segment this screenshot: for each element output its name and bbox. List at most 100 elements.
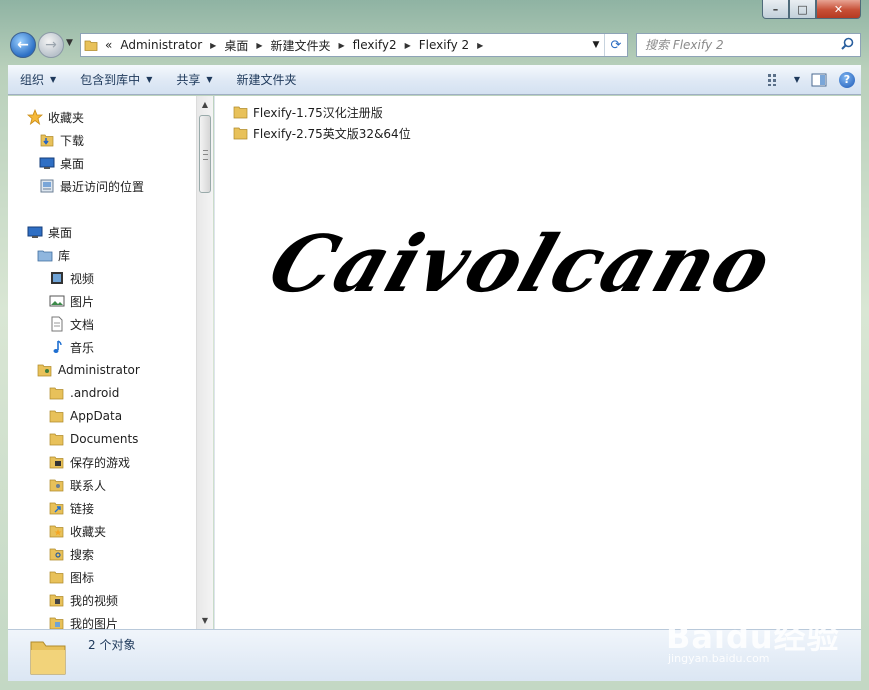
nav-android[interactable]: .android [48, 382, 119, 404]
nav-favorites[interactable]: 收藏夹 [26, 106, 84, 128]
nav-contacts[interactable]: 联系人 [48, 474, 106, 496]
preview-pane-button[interactable] [805, 68, 833, 92]
user-folder-icon [36, 362, 54, 378]
maximize-button[interactable]: □ [789, 0, 816, 19]
forward-button[interactable]: → [38, 32, 64, 58]
file-name: Flexify-2.75英文版32&64位 [253, 126, 411, 141]
search-input[interactable] [643, 37, 837, 53]
breadcrumb-chevron-icon[interactable]: ▶ [256, 41, 262, 50]
minimize-button[interactable]: – [762, 0, 789, 19]
forward-arrow-icon: → [45, 37, 57, 53]
share-menu[interactable]: 共享 ▼ [164, 65, 224, 95]
nav-videos[interactable]: 视频 [48, 267, 94, 289]
breadcrumb-administrator[interactable]: Administrator ▶ [116, 38, 220, 52]
nav-downloads[interactable]: 下载 [38, 129, 84, 151]
dropdown-arrow-icon: ▼ [206, 75, 213, 84]
breadcrumb-new-folder[interactable]: 新建文件夹 ▶ [266, 37, 348, 54]
desktop-icon [38, 155, 56, 171]
nav-my-pictures[interactable]: 我的图片 [48, 612, 118, 629]
view-dropdown-button[interactable]: ▼ [789, 68, 805, 92]
music-icon [48, 339, 66, 355]
breadcrumb-flexify-2[interactable]: Flexify 2 ▶ [415, 38, 488, 52]
video-icon [48, 270, 66, 286]
breadcrumb-chevron-icon[interactable]: ▶ [339, 41, 345, 50]
grip-icon [203, 150, 208, 160]
baidu-url: jingyan.baidu.com [668, 652, 770, 665]
navigation-pane-scrollbar[interactable]: ▲ ▼ [196, 96, 213, 629]
folder-icon [48, 431, 66, 447]
navigation-bar: ← → ▼ « Administrator ▶ 桌面 ▶ 新建文件夹 ▶ flexif… [8, 30, 861, 60]
nav-desktop[interactable]: 桌面 [26, 221, 72, 243]
folder-icon [233, 104, 249, 120]
search-icon[interactable] [841, 37, 854, 53]
view-options-icon [768, 73, 776, 86]
breadcrumb-desktop[interactable]: 桌面 ▶ [220, 37, 266, 54]
library-icon [36, 247, 54, 263]
new-folder-button[interactable]: 新建文件夹 [225, 65, 309, 95]
star-icon [26, 109, 44, 125]
folder-icon [48, 385, 66, 401]
nav-recent-places[interactable]: 最近访问的位置 [38, 175, 144, 197]
video-folder-icon [48, 592, 66, 608]
address-history-dropdown[interactable]: ▼ [588, 40, 604, 50]
search-box[interactable] [636, 33, 861, 57]
star-folder-icon [48, 523, 66, 539]
nav-appdata[interactable]: AppData [48, 405, 122, 427]
file-list: Flexify-1.75汉化注册版 Flexify-2.75英文版32&64位 … [214, 96, 861, 629]
contacts-icon [48, 477, 66, 493]
address-bar[interactable]: « Administrator ▶ 桌面 ▶ 新建文件夹 ▶ flexify2 ▶ Fl… [80, 33, 628, 57]
breadcrumb-chevron-icon[interactable]: ▶ [477, 41, 483, 50]
caption-buttons: – □ ✕ [762, 0, 861, 20]
picture-icon [48, 293, 66, 309]
baidu-jingyan-watermark: Baidu经验 jingyan.baidu.com [666, 602, 861, 674]
scrollbar-thumb[interactable] [199, 115, 211, 193]
nav-administrator[interactable]: Administrator [36, 359, 140, 381]
nav-documents[interactable]: 文档 [48, 313, 94, 335]
navigation-pane: 收藏夹 下载 桌面 最近访问的位置 桌面 库 视频 图片 文档 音乐 Admin… [8, 96, 205, 629]
saved-games-icon [48, 454, 66, 470]
preview-pane-icon [811, 73, 827, 86]
list-item[interactable]: Flexify-1.75汉化注册版 [233, 102, 383, 122]
nav-links[interactable]: 链接 [48, 497, 94, 519]
list-item[interactable]: Flexify-2.75英文版32&64位 [233, 123, 411, 143]
dropdown-arrow-icon: ▼ [146, 75, 153, 84]
nav-my-videos[interactable]: 我的视频 [48, 589, 118, 611]
refresh-button[interactable]: ⟳ [604, 34, 627, 56]
breadcrumb-flexify2[interactable]: flexify2 ▶ [349, 38, 415, 52]
explorer-window: – □ ✕ ← → ▼ « Administrator ▶ 桌面 ▶ 新建文件夹 ▶ … [0, 0, 869, 690]
nav-saved-games[interactable]: 保存的游戏 [48, 451, 130, 473]
links-icon [48, 500, 66, 516]
refresh-icon: ⟳ [610, 37, 622, 53]
nav-icons[interactable]: 图标 [48, 566, 94, 588]
nav-pictures[interactable]: 图片 [48, 290, 94, 312]
back-button[interactable]: ← [10, 32, 36, 58]
item-count: 2 个对象 [88, 638, 136, 652]
folder-icon [28, 636, 68, 681]
nav-user-favorites[interactable]: 收藏夹 [48, 520, 106, 542]
scroll-up-arrow-icon[interactable]: ▲ [197, 96, 213, 113]
include-in-library-menu[interactable]: 包含到库中 ▼ [68, 65, 164, 95]
nav-searches[interactable]: 搜索 [48, 543, 94, 565]
breadcrumb-chevron-icon[interactable]: ▶ [210, 41, 216, 50]
caivolcano-watermark: Caivolcano [258, 219, 784, 310]
folder-icon [81, 34, 101, 56]
back-arrow-icon: ← [17, 37, 29, 53]
help-button[interactable]: ? [833, 68, 861, 92]
desktop-icon [26, 224, 44, 240]
nav-documents-folder[interactable]: Documents [48, 428, 138, 450]
document-icon [48, 316, 66, 332]
dropdown-arrow-icon: ▼ [50, 75, 57, 84]
recent-pages-dropdown[interactable]: ▼ [66, 38, 73, 48]
close-button[interactable]: ✕ [816, 0, 861, 19]
file-name: Flexify-1.75汉化注册版 [253, 105, 383, 120]
organize-menu[interactable]: 组织 ▼ [8, 65, 68, 95]
picture-folder-icon [48, 615, 66, 629]
download-icon [38, 132, 56, 148]
scroll-down-arrow-icon[interactable]: ▼ [197, 612, 213, 629]
breadcrumb-overflow[interactable]: « [101, 38, 116, 52]
change-view-button[interactable] [761, 68, 789, 92]
nav-library[interactable]: 库 [36, 244, 70, 266]
nav-music[interactable]: 音乐 [48, 336, 94, 358]
breadcrumb-chevron-icon[interactable]: ▶ [405, 41, 411, 50]
nav-fav-desktop[interactable]: 桌面 [38, 152, 84, 174]
